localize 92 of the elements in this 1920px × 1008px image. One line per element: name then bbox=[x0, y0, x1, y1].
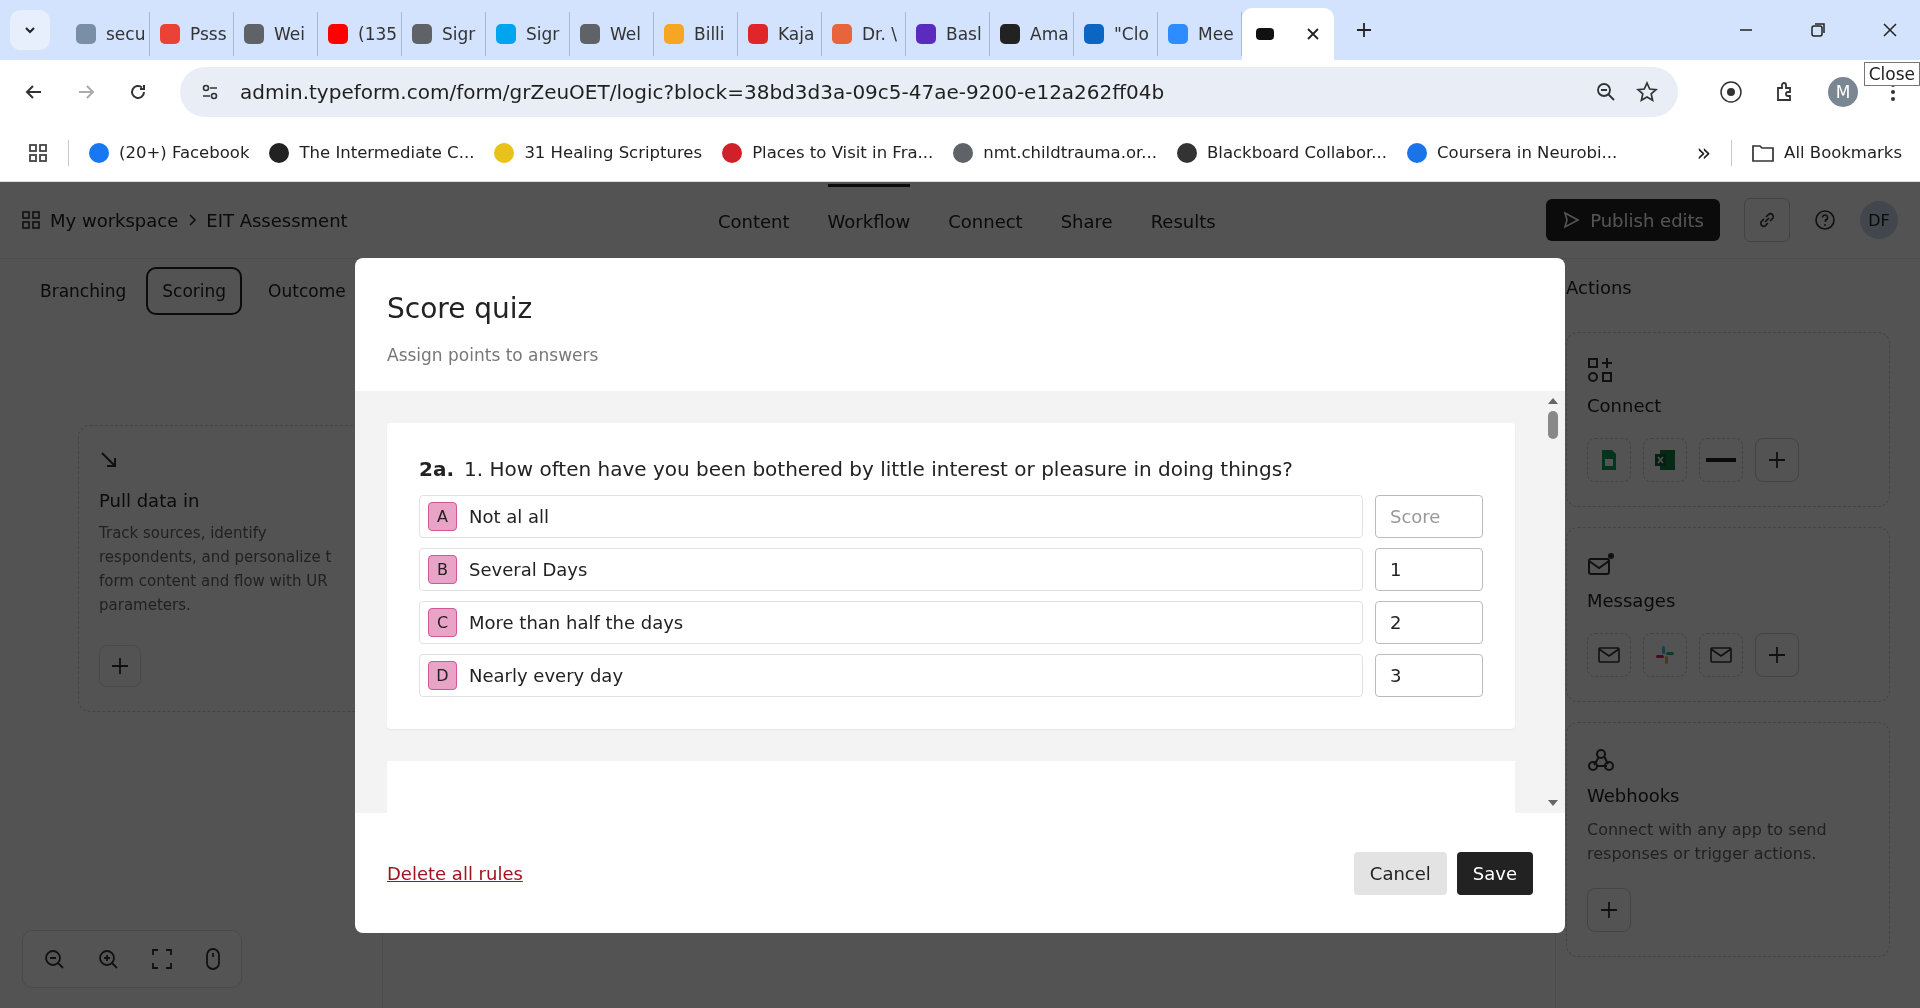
add-button[interactable] bbox=[1755, 438, 1799, 482]
plus-icon bbox=[1767, 645, 1787, 665]
mail-icon[interactable] bbox=[1699, 633, 1743, 677]
card-title: Messages bbox=[1587, 590, 1676, 611]
save-button[interactable]: Save bbox=[1456, 851, 1533, 895]
chevron-icon bbox=[188, 214, 197, 226]
sheets-icon[interactable] bbox=[1587, 438, 1631, 482]
all-bookmarks-button[interactable]: All Bookmarks bbox=[1752, 143, 1902, 162]
help-icon[interactable] bbox=[1814, 209, 1836, 231]
plus-icon bbox=[1599, 900, 1619, 920]
card-title: Connect bbox=[1587, 395, 1662, 416]
zoom-in-icon[interactable] bbox=[97, 948, 119, 970]
answer-text: Not al all bbox=[469, 506, 550, 527]
add-button[interactable] bbox=[1587, 888, 1631, 932]
browser-tab[interactable]: Sigr bbox=[486, 12, 570, 56]
zoom-icon[interactable] bbox=[1596, 82, 1616, 102]
restore-icon[interactable] bbox=[1810, 22, 1826, 38]
letter-label: A bbox=[428, 502, 457, 531]
address-bar[interactable]: admin.typeform.com/form/grZeuOET/logic?block=38bd3d3a-09c5-47ae-9200-e12a262ff04b bbox=[180, 67, 1678, 117]
link-button[interactable] bbox=[1744, 198, 1790, 242]
browser-tab[interactable]: Wel bbox=[570, 12, 654, 56]
browser-tab[interactable]: Ama bbox=[990, 12, 1074, 56]
plus-icon bbox=[1767, 450, 1787, 470]
add-button[interactable] bbox=[99, 645, 141, 687]
answer-text: More than half the days bbox=[469, 612, 684, 633]
dialog-subtitle: Assign points to answers bbox=[387, 345, 600, 365]
zoom-out-icon[interactable] bbox=[43, 948, 65, 970]
spreadsheet-icon[interactable] bbox=[1643, 438, 1687, 482]
score-field[interactable]: Score bbox=[1375, 495, 1483, 538]
answer-text: Several Days bbox=[469, 559, 588, 580]
reload-icon[interactable] bbox=[128, 82, 148, 102]
new-tab-icon[interactable] bbox=[1356, 22, 1372, 38]
arrow-icon bbox=[99, 450, 119, 470]
bookmark[interactable]: nmt.childtrauma.or... bbox=[953, 142, 1158, 163]
extension-icon[interactable] bbox=[1720, 81, 1742, 103]
dialog-title: Score quiz bbox=[387, 292, 534, 325]
bookmark[interactable]: Blackboard Collabor... bbox=[1177, 142, 1388, 163]
question-number: 2a. bbox=[419, 457, 454, 481]
card-title: Webhooks bbox=[1587, 785, 1680, 806]
letter-label: B bbox=[428, 555, 457, 584]
bookmark[interactable]: 31 Healing Scriptures bbox=[494, 142, 703, 163]
grid-icon bbox=[22, 211, 40, 229]
bookmark[interactable]: Coursera in Neurobi... bbox=[1407, 142, 1618, 163]
mouse-icon[interactable] bbox=[205, 948, 221, 970]
browser-tab[interactable] bbox=[1242, 8, 1334, 60]
close-icon[interactable] bbox=[1306, 27, 1320, 41]
url-text: admin.typeform.com/form/grZeuOET/logic?block=38bd3d3a-09c5-47ae-9200-e12a262ff04b bbox=[240, 80, 1166, 104]
browser-tab[interactable]: Billi bbox=[654, 12, 738, 56]
score-field[interactable]: 1 bbox=[1375, 548, 1483, 591]
send-icon bbox=[1562, 211, 1581, 229]
letter-label: C bbox=[428, 608, 457, 637]
scrollbar-thumb[interactable] bbox=[1548, 411, 1558, 439]
browser-tab[interactable]: Psss bbox=[150, 12, 234, 56]
star-icon[interactable] bbox=[1636, 81, 1658, 103]
webhook-icon bbox=[1587, 747, 1615, 773]
question-text: 1. How often have you been bothered by little interest or pleasure in doing things? bbox=[464, 457, 1293, 481]
answer-text: Nearly every day bbox=[469, 665, 624, 686]
browser-tab[interactable]: "Clo bbox=[1074, 12, 1158, 56]
tooltip: Close bbox=[1863, 62, 1920, 86]
panel-title: Actions bbox=[1566, 277, 1633, 298]
scroll-down-icon[interactable] bbox=[1547, 799, 1559, 807]
score-field[interactable]: 3 bbox=[1375, 654, 1483, 697]
close-icon[interactable] bbox=[1882, 22, 1898, 38]
bookmark[interactable]: Places to Visit in Fra... bbox=[722, 142, 934, 163]
browser-tab[interactable]: secu bbox=[66, 12, 150, 56]
fit-screen-icon[interactable] bbox=[151, 948, 173, 970]
apps-add-icon bbox=[1587, 357, 1613, 383]
folder-icon bbox=[1752, 143, 1775, 162]
score-field[interactable]: 2 bbox=[1375, 601, 1483, 644]
browser-tab[interactable]: Kaja bbox=[738, 12, 822, 56]
add-button[interactable] bbox=[1755, 633, 1799, 677]
browser-tab[interactable]: Dr. \ bbox=[822, 12, 906, 56]
mail-icon bbox=[1587, 552, 1615, 578]
profile-avatar[interactable]: M bbox=[1828, 77, 1858, 107]
site-settings-icon[interactable] bbox=[200, 82, 220, 102]
apps-icon[interactable] bbox=[28, 142, 48, 163]
hash-icon[interactable] bbox=[1643, 633, 1687, 677]
mail-icon[interactable] bbox=[1587, 633, 1631, 677]
bookmark[interactable]: (20+) Facebook bbox=[89, 142, 250, 163]
browser-tab[interactable]: (135 bbox=[318, 12, 402, 56]
browser-tab[interactable]: Basl bbox=[906, 12, 990, 56]
bookmark[interactable]: The Intermediate C... bbox=[269, 142, 475, 163]
browser-tab[interactable]: Wei bbox=[234, 12, 318, 56]
plus-icon bbox=[109, 655, 131, 677]
card-title: Pull data in bbox=[99, 490, 200, 511]
browser-tab[interactable]: Sigr bbox=[402, 12, 486, 56]
delete-all-rules-link[interactable]: Delete all rules bbox=[387, 862, 523, 884]
cancel-button[interactable]: Cancel bbox=[1353, 851, 1447, 895]
more-bookmarks-button[interactable]: » bbox=[1696, 138, 1712, 167]
letter-label: D bbox=[428, 661, 457, 690]
browser-tab[interactable]: Mee bbox=[1158, 12, 1242, 56]
scroll-up-icon[interactable] bbox=[1547, 397, 1559, 405]
